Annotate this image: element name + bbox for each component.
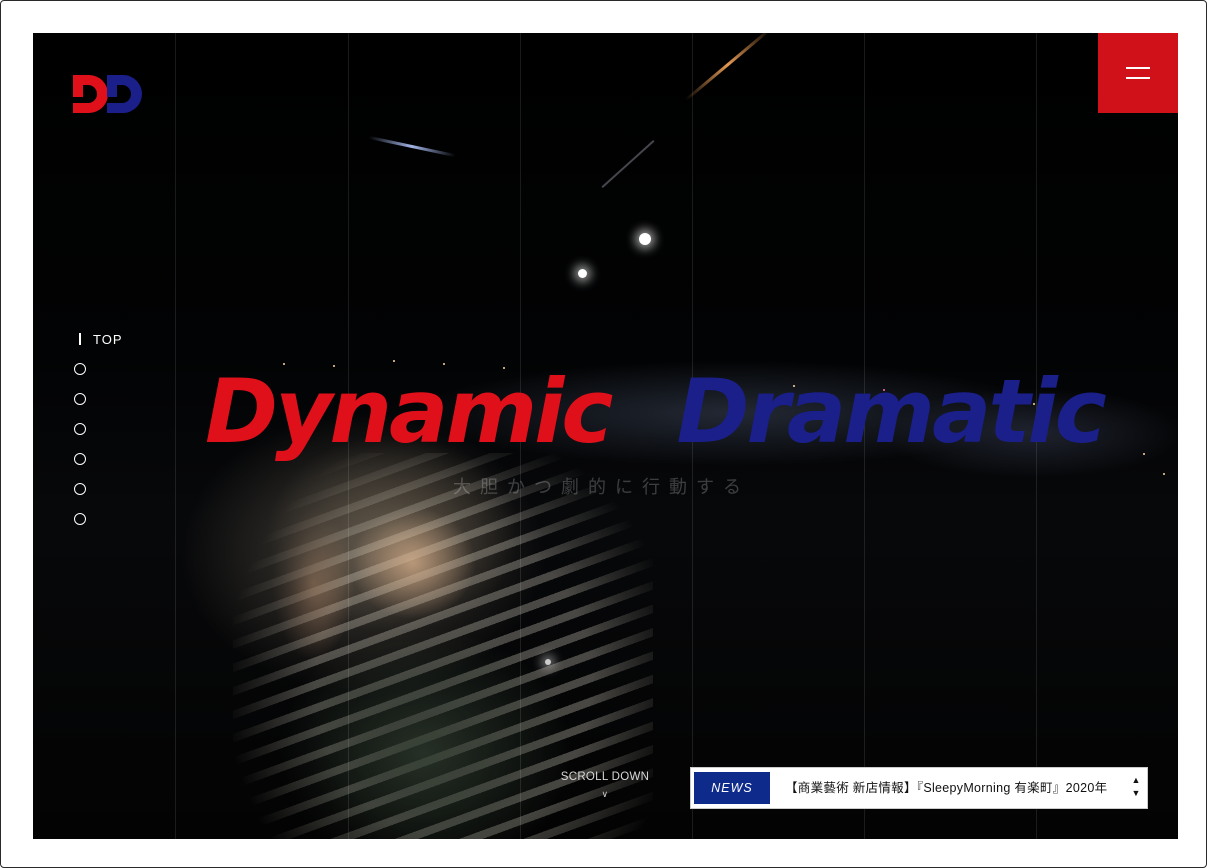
nav-item-top[interactable]: TOP	[73, 329, 123, 349]
nav-dot[interactable]	[74, 513, 86, 525]
nav-dot[interactable]	[74, 483, 86, 495]
nav-dot[interactable]	[74, 453, 86, 465]
nav-dot[interactable]	[74, 363, 86, 375]
light-point	[578, 269, 587, 278]
browser-frame: TOP Dynamic Dramatic 大胆かつ劇的に行動する SCROLL D…	[0, 0, 1207, 868]
headline-dramatic: Dramatic	[676, 360, 1106, 463]
dd-logo[interactable]	[71, 73, 143, 115]
nav-dots	[73, 363, 123, 525]
nav-item-top-label: TOP	[93, 331, 123, 347]
nav-dot[interactable]	[74, 393, 86, 405]
hero-subcopy: 大胆かつ劇的に行動する	[453, 477, 750, 498]
headline-dynamic: Dynamic	[205, 360, 613, 463]
scroll-down-label: SCROLL DOWN	[560, 771, 650, 783]
hero-section: TOP Dynamic Dramatic 大胆かつ劇的に行動する SCROLL D…	[33, 33, 1178, 839]
triangle-up-icon[interactable]: ▲	[1130, 774, 1142, 787]
nav-dot[interactable]	[74, 423, 86, 435]
menu-button[interactable]	[1098, 33, 1178, 113]
city-light	[1143, 453, 1145, 455]
section-nav: TOP	[73, 329, 123, 525]
triangle-down-icon[interactable]: ▼	[1130, 787, 1142, 800]
news-label: NEWS	[694, 772, 770, 804]
news-ticker[interactable]: NEWS 【商業藝術 新店情報】『SleepyMorning 有楽町』2020年…	[690, 767, 1148, 809]
active-indicator	[79, 333, 81, 345]
scroll-down[interactable]: SCROLL DOWN ∨	[553, 771, 657, 800]
news-headline-link[interactable]: 【商業藝術 新店情報】『SleepyMorning 有楽町』2020年	[785, 768, 1120, 808]
grid-line	[175, 33, 176, 839]
chevron-down-icon: ∨	[601, 789, 609, 799]
light-point	[639, 233, 651, 245]
hamburger-icon	[1126, 77, 1150, 79]
hamburger-icon	[1126, 67, 1150, 69]
hero-headline: Dynamic Dramatic	[205, 368, 1107, 456]
city-light	[1163, 473, 1165, 475]
news-nav: ▲ ▼	[1130, 774, 1142, 800]
